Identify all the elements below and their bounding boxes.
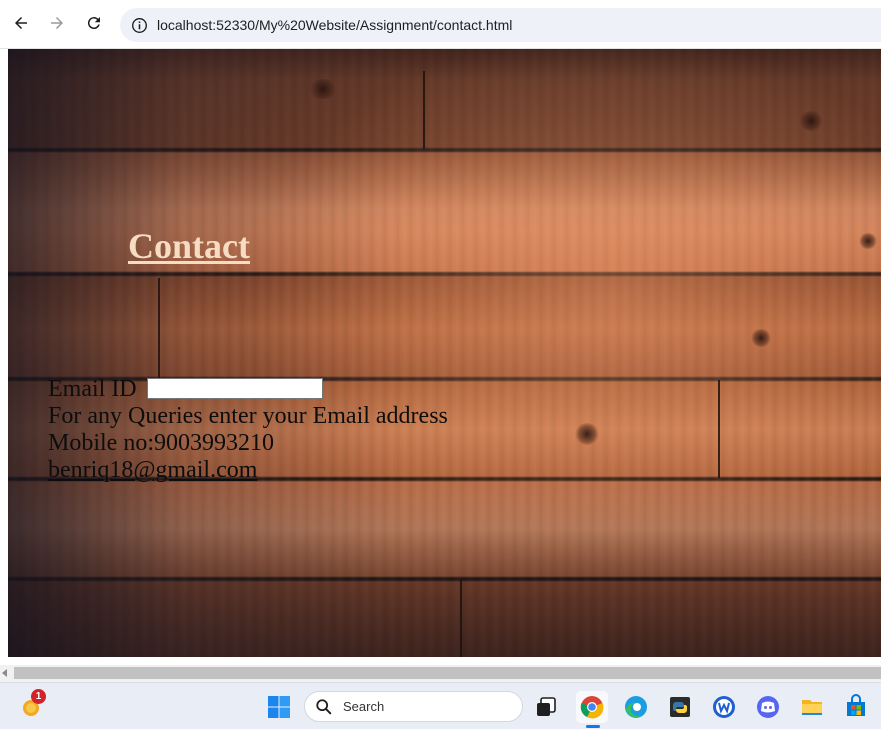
mobile-text: Mobile no:9003993210: [48, 430, 274, 456]
scrollbar-thumb[interactable]: [14, 667, 881, 679]
microsoft-store-taskbar-button[interactable]: [840, 691, 872, 723]
back-button[interactable]: [7, 9, 35, 37]
edge-icon: [625, 696, 647, 718]
reload-button[interactable]: [80, 9, 108, 37]
wood-seam: [718, 380, 720, 478]
scroll-left-icon[interactable]: [2, 669, 7, 677]
windows-start-icon: [268, 696, 290, 718]
task-view-button[interactable]: [530, 691, 562, 723]
url-text: localhost:52330/My%20Website/Assignment/…: [157, 17, 513, 33]
discord-taskbar-button[interactable]: [752, 691, 784, 723]
site-info-icon[interactable]: [129, 15, 149, 35]
chrome-icon: [580, 696, 604, 719]
arrow-right-icon: [51, 17, 63, 29]
reload-icon: [87, 17, 100, 30]
task-view-icon: [537, 697, 556, 716]
wood-seam: [158, 278, 160, 378]
wood-seam: [423, 71, 425, 149]
email-row: Email ID: [48, 376, 448, 403]
start-button[interactable]: [263, 691, 295, 723]
taskbar: 1 Search: [0, 682, 881, 729]
search-icon: [316, 698, 332, 714]
wood-knot: [750, 329, 772, 347]
email-row-link: benriq18@gmail.com: [48, 457, 448, 484]
contact-info: Email ID For any Queries enter your Emai…: [48, 376, 448, 484]
store-icon: [847, 694, 865, 716]
wood-knot: [798, 111, 824, 131]
arrow-left-icon: [15, 17, 27, 29]
search-placeholder: Search: [343, 699, 385, 714]
wood-knot: [858, 233, 878, 249]
edge-taskbar-button[interactable]: [620, 691, 652, 723]
browser-toolbar: localhost:52330/My%20Website/Assignment/…: [0, 0, 881, 49]
wordpad-icon: [713, 696, 735, 718]
wood-knot: [574, 423, 600, 445]
folder-icon: [802, 700, 822, 715]
email-label: Email ID: [48, 376, 137, 402]
address-bar[interactable]: localhost:52330/My%20Website/Assignment/…: [120, 8, 881, 42]
wood-seam: [460, 580, 462, 657]
taskbar-search[interactable]: Search: [304, 691, 523, 722]
wood-knot: [308, 79, 338, 99]
page-viewport: Contact Email ID For any Queries enter y…: [8, 49, 881, 657]
horizontal-scrollbar[interactable]: [0, 665, 881, 682]
page-title[interactable]: Contact: [128, 225, 250, 267]
active-app-indicator: [586, 725, 600, 728]
file-explorer-taskbar-button[interactable]: [796, 691, 828, 723]
email-input[interactable]: [146, 377, 323, 399]
chrome-taskbar-button[interactable]: [576, 691, 608, 723]
python-icon: [670, 697, 690, 717]
python-taskbar-button[interactable]: [664, 691, 696, 723]
queries-text: For any Queries enter your Email address: [48, 403, 448, 429]
email-link[interactable]: benriq18@gmail.com: [48, 457, 257, 483]
notification-badge: 1: [31, 689, 46, 704]
forward-button[interactable]: [43, 9, 71, 37]
discord-icon: [757, 696, 779, 718]
wordpad-taskbar-button[interactable]: [708, 691, 740, 723]
